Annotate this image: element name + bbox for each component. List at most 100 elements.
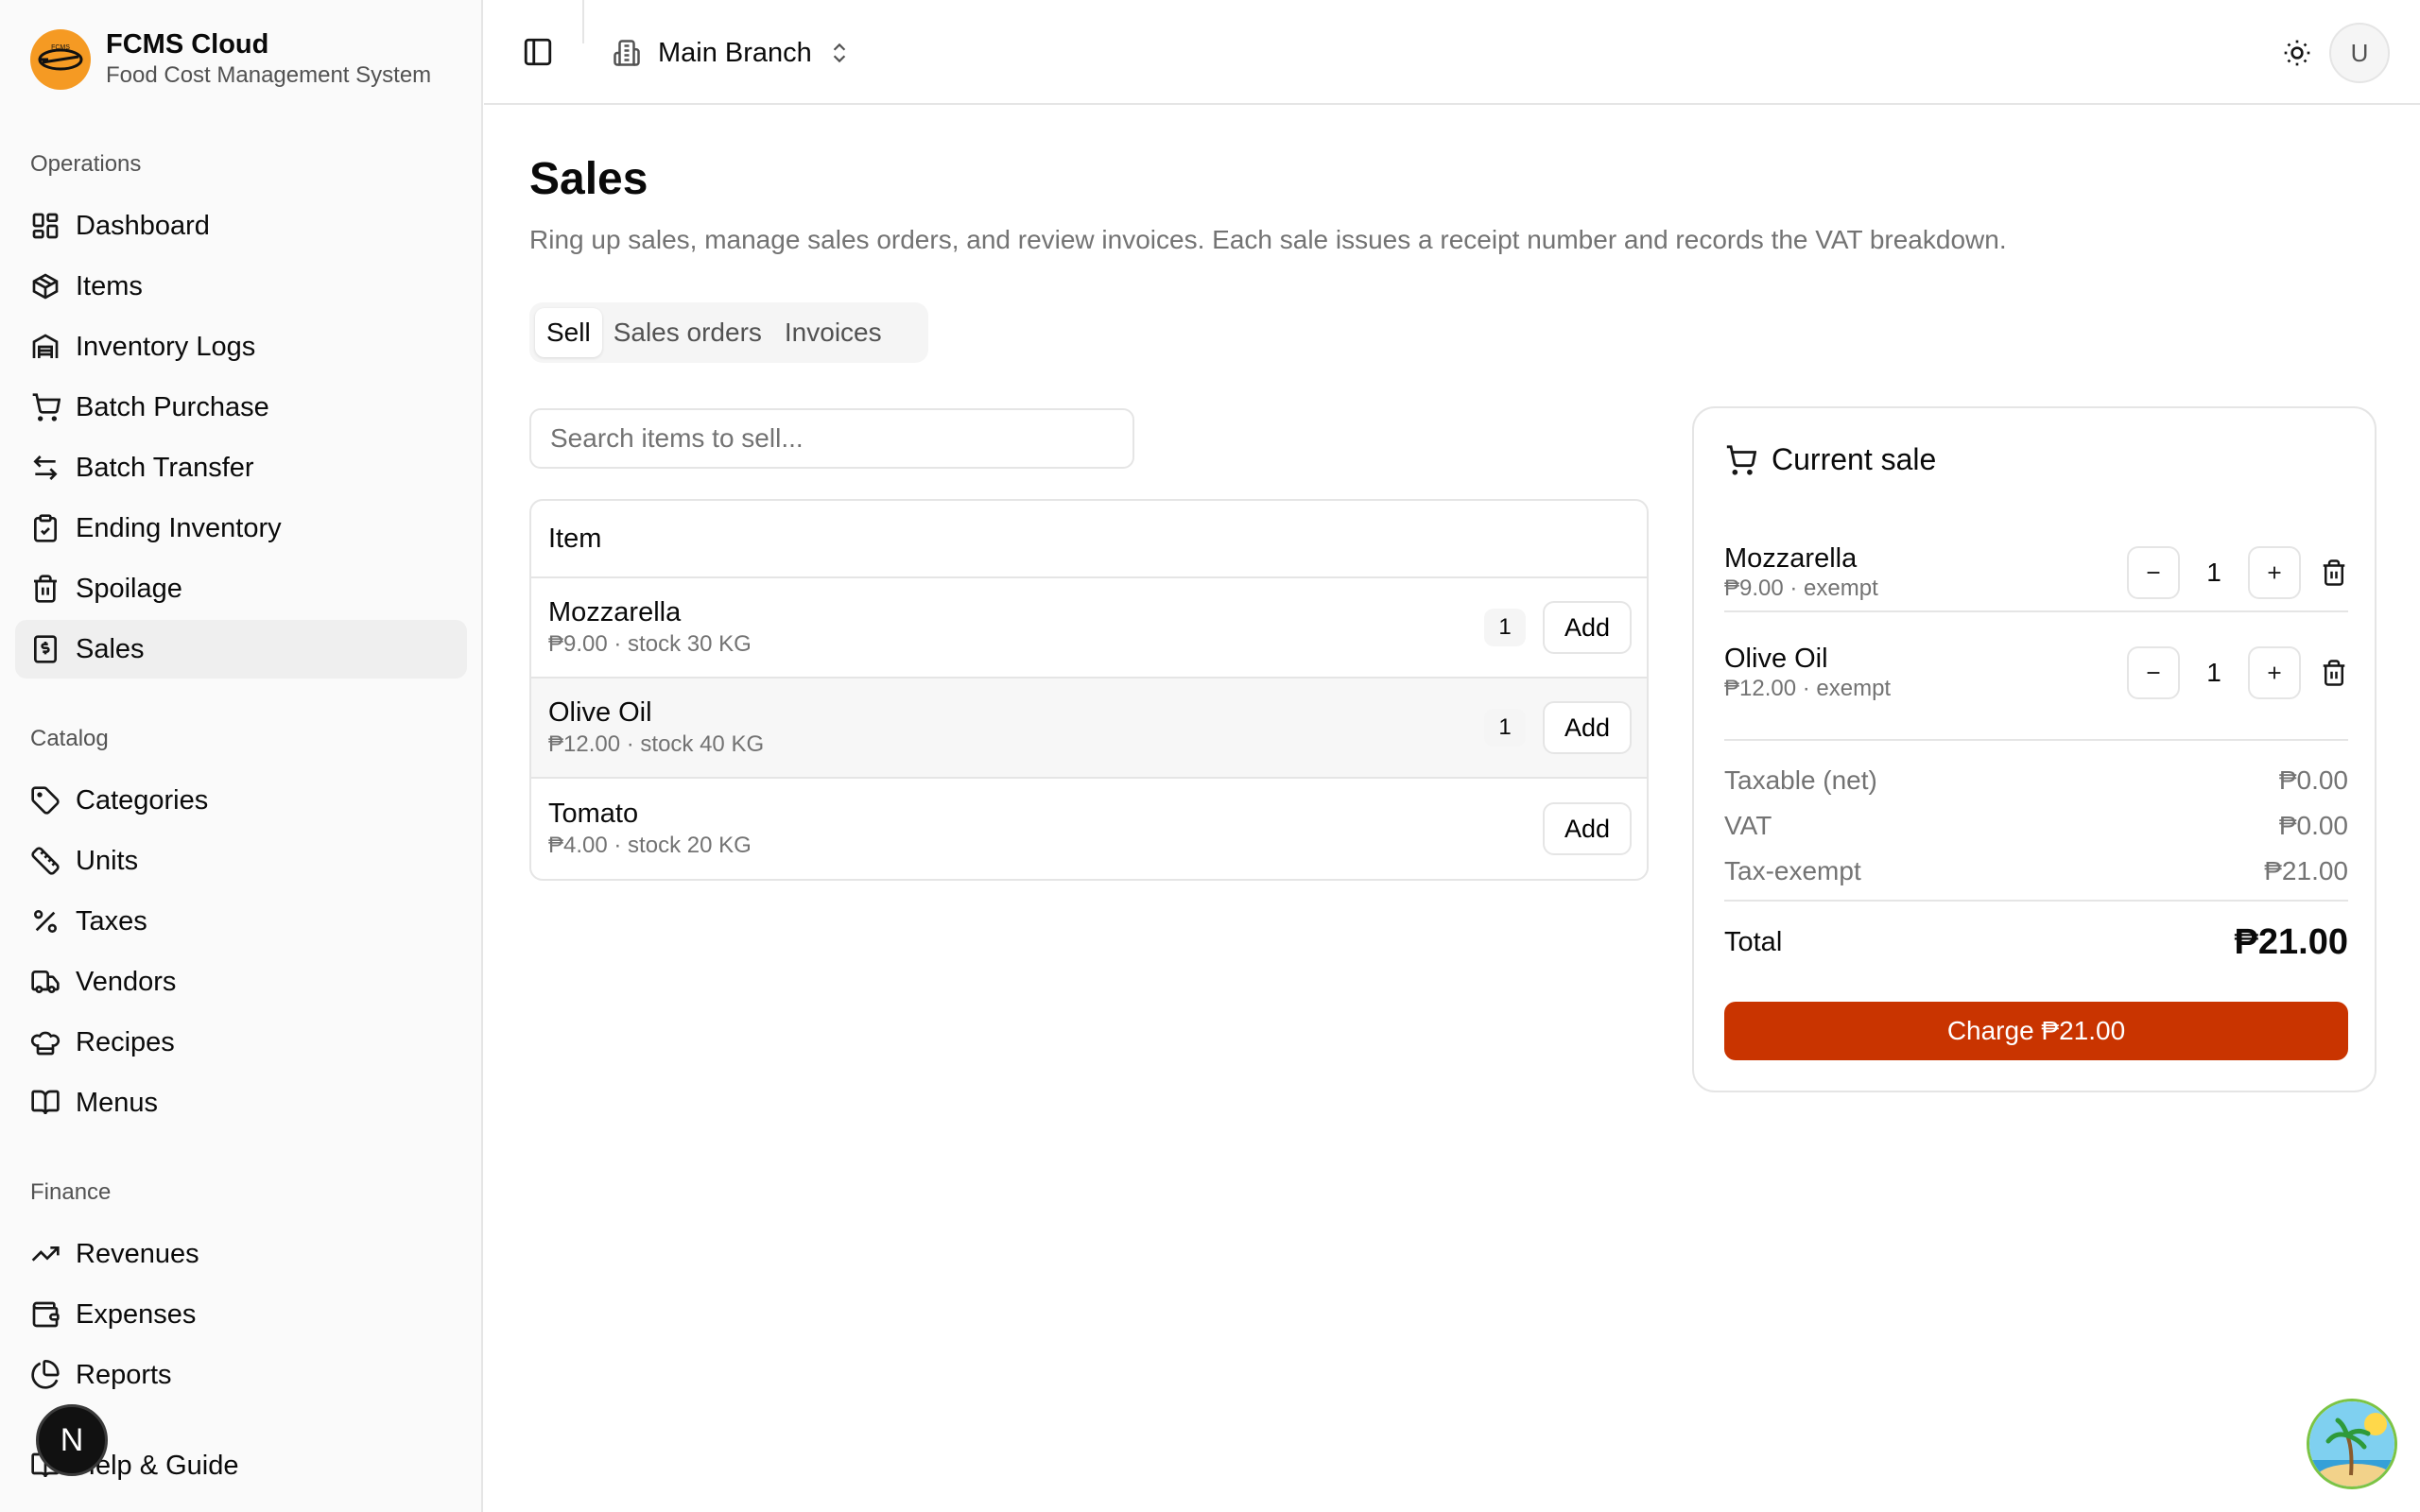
- sidebar-item-recipes[interactable]: Recipes: [15, 1013, 467, 1072]
- sidebar-item-taxes[interactable]: Taxes: [15, 892, 467, 951]
- ruler-icon: [30, 846, 60, 876]
- taxable-value: ₱0.00: [2278, 765, 2348, 795]
- sidebar-item-vendors[interactable]: Vendors: [15, 953, 467, 1011]
- sidebar-item-sales[interactable]: Sales: [15, 620, 467, 679]
- chef-hat-icon: [30, 1027, 60, 1057]
- cart-icon: [1724, 444, 1756, 476]
- tab-sell[interactable]: Sell: [535, 308, 602, 357]
- trash-icon: [30, 574, 60, 604]
- sidebar-item-expenses[interactable]: Expenses: [15, 1285, 467, 1344]
- tab-sales-orders[interactable]: Sales orders: [602, 308, 773, 357]
- table-row[interactable]: Tomato ₱4.00 · stock 20 KG Add: [531, 779, 1647, 879]
- summary-divider: [1724, 739, 2348, 741]
- sidebar-item-dashboard[interactable]: Dashboard: [15, 197, 467, 255]
- top-bar: Main Branch U: [484, 0, 2420, 105]
- brand[interactable]: FCMS FCMS Cloud Food Cost Management Sys…: [30, 28, 431, 91]
- item-name: Olive Oil: [548, 697, 652, 728]
- sidebar-item-label: Batch Purchase: [76, 391, 269, 422]
- sidebar-item-items[interactable]: Items: [15, 257, 467, 316]
- assistant-avatar[interactable]: [2307, 1399, 2397, 1489]
- sidebar-item-batch-transfer[interactable]: Batch Transfer: [15, 438, 467, 497]
- total-label: Total: [1724, 927, 1783, 957]
- avatar[interactable]: U: [2329, 23, 2390, 83]
- sidebar-item-units[interactable]: Units: [15, 832, 467, 890]
- sidebar-item-label: Dashboard: [76, 210, 210, 241]
- tag-icon: [30, 785, 60, 816]
- sidebar-item-categories[interactable]: Categories: [15, 771, 467, 830]
- sidebar-item-label: Reports: [76, 1359, 172, 1390]
- line-divider: [1724, 610, 2348, 612]
- quantity-value: 1: [2206, 558, 2221, 587]
- total-value: ₱21.00: [2234, 922, 2348, 962]
- item-meta: ₱9.00 · stock 30 KG: [548, 631, 752, 657]
- tabs: Sell Sales orders Invoices: [529, 302, 928, 363]
- quantity-value: 1: [2206, 658, 2221, 687]
- sidebar-item-label: Menus: [76, 1087, 159, 1118]
- tab-invoices[interactable]: Invoices: [773, 308, 893, 357]
- taxable-label: Taxable (net): [1724, 765, 1877, 795]
- table-row[interactable]: Olive Oil ₱12.00 · stock 40 KG 1 Add: [531, 679, 1647, 779]
- taxable-row: Taxable (net) ₱0.00: [1724, 765, 2348, 796]
- dev-tools-badge[interactable]: N: [36, 1404, 108, 1476]
- cart-item-name: Olive Oil: [1724, 644, 1828, 674]
- item-name: Tomato: [548, 799, 639, 829]
- sidebar-item-label: Categories: [76, 784, 209, 816]
- decrement-button[interactable]: [2127, 646, 2180, 699]
- package-icon: [30, 271, 60, 301]
- dashboard-icon: [30, 211, 60, 241]
- current-sale-card: Current sale Mozzarella ₱9.00 · exempt 1…: [1692, 406, 2377, 1092]
- add-button[interactable]: Add: [1543, 802, 1632, 855]
- header-divider: [582, 0, 584, 43]
- group-label-catalog: Catalog: [30, 726, 109, 751]
- item-meta: ₱4.00 · stock 20 KG: [548, 833, 752, 858]
- remove-line-icon[interactable]: [2320, 659, 2348, 687]
- in-cart-badge: 1: [1484, 709, 1526, 747]
- sidebar-item-label: Revenues: [76, 1238, 199, 1269]
- exempt-label: Tax-exempt: [1724, 856, 1861, 885]
- sun-icon[interactable]: [2282, 38, 2312, 68]
- table-row[interactable]: Mozzarella ₱9.00 · stock 30 KG 1 Add: [531, 578, 1647, 679]
- sidebar-item-label: Ending Inventory: [76, 512, 282, 543]
- increment-button[interactable]: [2248, 546, 2301, 599]
- vat-row: VAT ₱0.00: [1724, 811, 2348, 841]
- total-row: Total ₱21.00: [1724, 922, 2348, 963]
- percent-icon: [30, 906, 60, 936]
- sidebar-item-label: Items: [76, 270, 143, 301]
- sidebar-item-label: Inventory Logs: [76, 331, 256, 362]
- branch-switcher[interactable]: Main Branch: [613, 30, 852, 76]
- chevrons-up-down-icon: [827, 41, 852, 65]
- wallet-icon: [30, 1299, 60, 1330]
- building-icon: [613, 39, 641, 67]
- exempt-value: ₱21.00: [2264, 856, 2348, 885]
- sidebar-item-label: Vendors: [76, 966, 177, 997]
- add-button[interactable]: Add: [1543, 601, 1632, 654]
- cart-line: Mozzarella ₱9.00 · exempt 1: [1724, 524, 2348, 622]
- sidebar-item-batch-purchase[interactable]: Batch Purchase: [15, 378, 467, 437]
- sidebar-item-menus[interactable]: Menus: [15, 1074, 467, 1132]
- increment-button[interactable]: [2248, 646, 2301, 699]
- group-label-finance: Finance: [30, 1179, 112, 1205]
- search-input[interactable]: [529, 408, 1134, 469]
- sidebar-toggle-icon[interactable]: [522, 36, 554, 68]
- sidebar-item-inventory-logs[interactable]: Inventory Logs: [15, 318, 467, 376]
- decrement-button[interactable]: [2127, 546, 2180, 599]
- brand-title: FCMS Cloud: [106, 29, 269, 60]
- sidebar-item-label: Expenses: [76, 1298, 197, 1330]
- sidebar-item-reports[interactable]: Reports: [15, 1346, 467, 1404]
- charge-button[interactable]: Charge ₱21.00: [1724, 1002, 2348, 1060]
- cart-item-name: Mozzarella: [1724, 543, 1858, 574]
- cart-line: Olive Oil ₱12.00 · exempt 1: [1724, 624, 2348, 722]
- remove-line-icon[interactable]: [2320, 558, 2348, 587]
- sidebar-item-spoilage[interactable]: Spoilage: [15, 559, 467, 618]
- sidebar-item-ending-inventory[interactable]: Ending Inventory: [15, 499, 467, 558]
- branch-name: Main Branch: [658, 37, 812, 68]
- brand-logo: FCMS: [30, 29, 91, 90]
- logo-text: FCMS: [51, 44, 70, 51]
- exempt-row: Tax-exempt ₱21.00: [1724, 856, 2348, 886]
- group-label-operations: Operations: [30, 151, 142, 177]
- cart-icon: [30, 392, 60, 422]
- clipboard-check-icon: [30, 513, 60, 543]
- sidebar: FCMS FCMS Cloud Food Cost Management Sys…: [0, 0, 483, 1512]
- sidebar-item-revenues[interactable]: Revenues: [15, 1225, 467, 1283]
- add-button[interactable]: Add: [1543, 701, 1632, 754]
